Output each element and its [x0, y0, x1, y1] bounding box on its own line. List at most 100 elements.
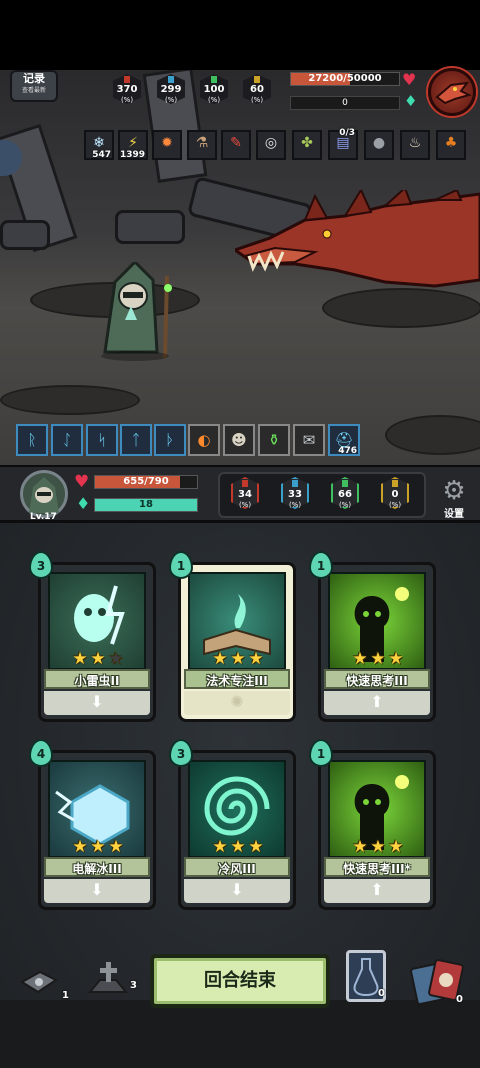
energy-drop-icon: ♦ — [404, 92, 418, 110]
rune-2-icon[interactable]: ᛇ — [51, 424, 83, 456]
star-icon: ★ — [90, 837, 106, 857]
top-black-bar — [0, 0, 480, 70]
flame-apple-icon[interactable]: ♣ — [436, 130, 466, 160]
card-quick-think[interactable]: ★ ★ ★ 快速思考III ⬆ 1 — [309, 551, 436, 722]
star-empty-icon: ★ — [108, 649, 124, 669]
poison-resist-icon — [342, 480, 348, 487]
boss-portrait[interactable] — [428, 68, 476, 116]
dragon-boss[interactable] — [235, 190, 480, 295]
lightning-icon[interactable]: ⚡ 1399 — [118, 130, 148, 160]
leaf-scroll-icon[interactable]: ✤ — [292, 130, 322, 160]
mage-hero — [101, 262, 172, 361]
enemy-stat-red: 370 (%) — [111, 74, 143, 110]
bomb-icon[interactable]: ● — [364, 130, 394, 160]
card-cost: 3 — [29, 551, 55, 581]
energy-drop-icon: ♦ — [76, 494, 91, 513]
scroll-icon[interactable]: ✉ — [293, 424, 325, 456]
snowflake-icon[interactable]: ❄ 547 — [84, 130, 114, 160]
lightning-resist-icon — [254, 76, 260, 83]
arrow-down-icon: ⬇ — [90, 692, 104, 711]
star-icon: ★ — [212, 837, 228, 857]
record-button[interactable]: 记录 查看最新 — [10, 70, 58, 102]
lightning-resist-icon — [392, 480, 398, 487]
enemy-shield-text: 0 — [342, 98, 348, 108]
card-lightning-bug[interactable]: ★ ★ ★ 小雷虫II ⬇ 3 — [29, 551, 156, 722]
swirl-icon: ✺ — [230, 692, 244, 711]
draw-pile-count: 1 — [62, 990, 69, 1001]
ice-resist-icon — [168, 76, 174, 83]
discard-pile-button[interactable] — [86, 960, 130, 996]
rune-4-icon[interactable]: ᛏ — [120, 424, 152, 456]
star-icon: ★ — [108, 837, 124, 857]
card-name: 快速思考III — [346, 674, 408, 688]
card-cost: 1 — [309, 739, 335, 769]
star-icon: ★ — [230, 649, 246, 669]
ring-icon[interactable]: ◎ — [256, 130, 286, 160]
star-icon: ★ — [370, 649, 386, 669]
player-avatar[interactable] — [20, 470, 68, 518]
helmet-icon[interactable]: ⛑ 476 — [328, 424, 360, 456]
fire-resist-icon — [124, 76, 130, 83]
card-cost: 4 — [29, 739, 55, 769]
fire-bomb-icon[interactable]: ✹ — [152, 130, 182, 160]
star-icon: ★ — [90, 649, 106, 669]
star-icon: ★ — [248, 649, 264, 669]
exhaust-pile-count: 0 — [456, 994, 463, 1005]
fire-ring-icon[interactable]: ◐ — [188, 424, 220, 456]
player-level: Lv.17 — [30, 512, 57, 522]
arrow-down-icon: ⬇ — [230, 880, 244, 899]
end-turn-label: 回合结束 — [204, 970, 276, 991]
player-status-panel: Lv.17 ♥ ♦ 655/790 18 34 (%) 33 (%) 66 (%… — [0, 465, 480, 523]
star-icon: ★ — [352, 649, 368, 669]
player-energy-bar: 18 — [94, 498, 198, 512]
potion-count: 0 — [378, 988, 385, 999]
card-cold-wind[interactable]: ★ ★ ★ 冷风III ⬇ 3 — [169, 739, 296, 910]
enemy-hp-text: 27200/50000 — [308, 73, 382, 84]
floor-crater — [385, 415, 480, 455]
player-stat-blue: 33 (%) — [278, 477, 312, 517]
star-icon: ★ — [72, 837, 88, 857]
book-icon[interactable]: ▤ 0/3 — [328, 128, 358, 160]
end-turn-button[interactable]: 回合结束 — [150, 954, 330, 1008]
player-hp-bar: 655/790 — [94, 475, 198, 489]
settings-button[interactable]: ⚙ 设置 — [434, 477, 474, 521]
card-name: 电解冰III — [72, 862, 122, 876]
card-stars: ★ ★ ★ — [346, 649, 410, 669]
mage-face-icon[interactable]: ☻ — [223, 424, 255, 456]
player-stat-green: 66 (%) — [328, 477, 362, 517]
enemy-stat-yellow: 60 (%) — [241, 74, 273, 110]
heart-icon: ♥ — [74, 472, 90, 492]
enemy-stat-green: 100 (%) — [198, 74, 230, 110]
green-vial-icon[interactable]: ⚱ — [258, 424, 290, 456]
card-name: 快速思考III* — [343, 862, 411, 876]
card-stack-icon — [20, 970, 58, 994]
chili-icon[interactable]: ✎ — [221, 130, 251, 160]
card-name: 小雷虫II — [74, 674, 120, 688]
rubble-pile — [115, 210, 185, 244]
rune-5-icon[interactable]: ᚦ — [154, 424, 186, 456]
cup-icon[interactable]: ♨ — [400, 130, 430, 160]
player-resistances: 34 (%) 33 (%) 66 (%) 0 (%) — [218, 472, 426, 518]
card-spell-focus[interactable]: ★ ★ ★ 法术专注III ✺ 1 — [169, 551, 296, 722]
card-electro-ice[interactable]: ★ ★ ★ 电解冰III ⬇ 4 — [29, 739, 156, 910]
heart-icon: ♥ — [402, 70, 417, 89]
rune-3-icon[interactable]: ᛋ — [86, 424, 118, 456]
player-stat-red: 34 (%) — [228, 477, 262, 517]
record-button-label: 记录 — [23, 72, 45, 85]
card-stars: ★ ★ ★ — [206, 649, 270, 669]
player-hp-text: 655/790 — [123, 476, 169, 487]
star-icon: ★ — [352, 837, 368, 857]
grave-icon — [87, 962, 129, 993]
rune-1-icon[interactable]: ᚱ — [16, 424, 48, 456]
card-cost: 3 — [169, 739, 195, 769]
settings-label: 设置 — [444, 509, 464, 520]
star-icon: ★ — [72, 649, 88, 669]
draw-pile-button[interactable] — [18, 968, 58, 998]
card-stars: ★ ★ ★ — [66, 649, 130, 669]
discard-pile-count: 3 — [130, 980, 137, 991]
arrow-up-icon: ⬆ — [370, 692, 384, 711]
card-name: 冷风III — [218, 862, 256, 876]
card-quick-think-plus[interactable]: ★ ★ ★ 快速思考III* ⬆ 1 — [309, 739, 436, 910]
ice-resist-icon — [292, 480, 298, 487]
bottle-icon[interactable]: ⚗ — [187, 130, 217, 160]
